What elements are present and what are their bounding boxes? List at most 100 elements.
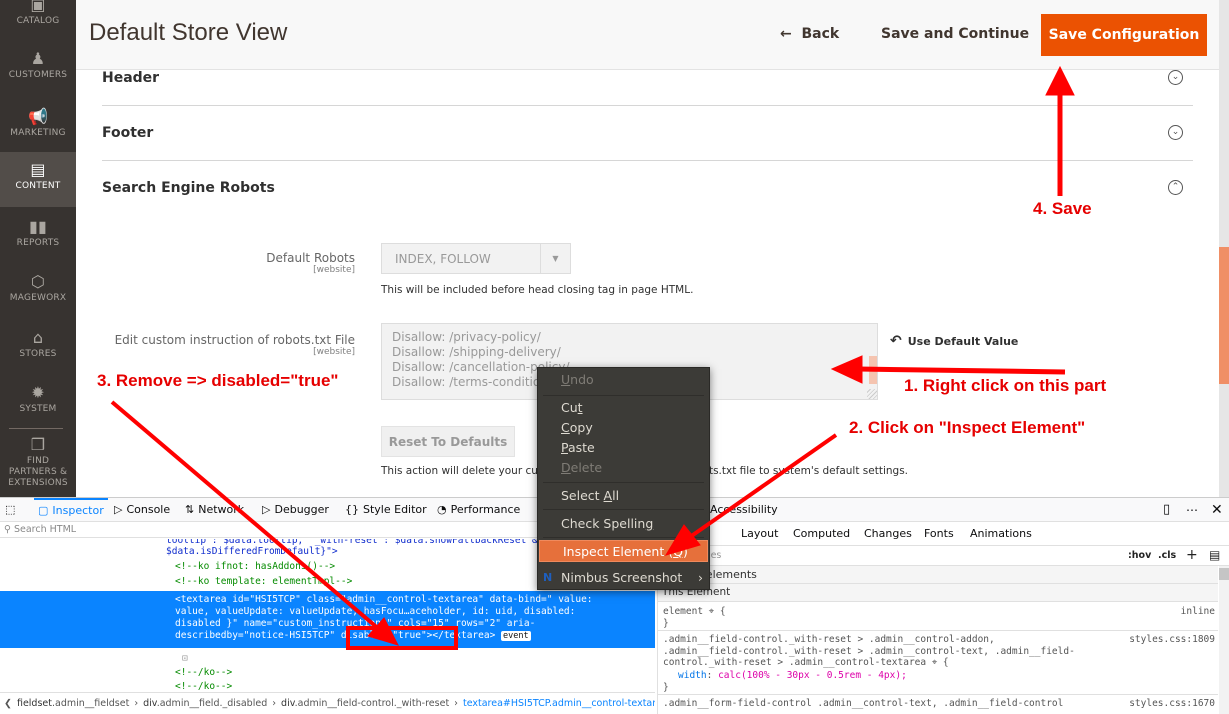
menu-separator	[543, 509, 704, 510]
rule-source[interactable]: styles.css:1809	[1129, 634, 1215, 645]
rules-scrollbar[interactable]	[1219, 566, 1229, 714]
markup-line: value, valueUpdate: valueUpdate, hasFocu…	[175, 606, 576, 617]
dock-icon[interactable]: ▯	[1163, 498, 1170, 522]
sidebar-item-customers[interactable]: ♟ CUSTOMERS	[0, 50, 76, 90]
print-media-icon[interactable]: ▤	[1209, 548, 1220, 562]
resize-handle[interactable]	[867, 389, 877, 399]
gauge-icon: ◔	[437, 503, 447, 516]
tab-changes[interactable]: Changes	[864, 527, 912, 540]
expand-toggle-icon[interactable]: ⊡	[182, 653, 188, 665]
rule-selector[interactable]: .admin__form-field-control .admin__contr…	[663, 698, 1063, 710]
markup-comment[interactable]: <!--/ko-->	[175, 681, 232, 692]
property-value: calc(100% - 30px - 0.5rem - 4px);	[718, 670, 907, 681]
cls-toggle[interactable]: .cls	[1158, 550, 1176, 561]
rule-source[interactable]: inline	[1181, 606, 1215, 617]
tab-network[interactable]: ⇅ Network	[185, 498, 244, 522]
section-header[interactable]: Header ⌄	[102, 70, 1193, 106]
inspector-icon: ▢	[38, 504, 49, 517]
sidebar-item-find-partners[interactable]: ❒ FIND PARTNERS & EXTENSIONS	[0, 436, 76, 496]
sidebar-item-marketing[interactable]: 📢 MARKETING	[0, 108, 76, 148]
menu-item-inspect-element[interactable]: Inspect Element (Q)	[539, 540, 708, 562]
tab-console[interactable]: ▷ Console	[114, 498, 170, 522]
chevron-down-icon[interactable]: ⌄	[1168, 125, 1183, 140]
default-robots-note: This will be included before head closin…	[381, 284, 694, 296]
rule-declaration[interactable]: width: calc(100% - 30px - 0.5rem - 4px);	[678, 670, 907, 682]
breadcrumb-item[interactable]: div.admin__field-control._with-reset	[281, 698, 449, 709]
element-picker-icon[interactable]: ⬚	[5, 498, 15, 522]
section-title: Footer	[102, 125, 154, 141]
markup-line: disabled }" name="custom_instructions" c…	[175, 618, 536, 629]
save-and-continue-button[interactable]: Save and Continue	[881, 26, 1029, 42]
back-button[interactable]: ← Back	[780, 26, 839, 42]
menu-label: Nimbus Screenshot	[561, 570, 683, 585]
filter-styles-input[interactable]: Filter Styles :hov .cls + ▤	[658, 546, 1229, 566]
sidebar-item-system[interactable]: ✹ SYSTEM	[0, 384, 76, 424]
menu-item-nimbus-screenshot[interactable]: N Nimbus Screenshot ›	[538, 567, 709, 589]
console-icon: ▷	[114, 503, 123, 516]
selected-node[interactable]: <textarea id="HSI5TCP" class="admin__con…	[0, 591, 655, 648]
blocks-icon: ❒	[30, 435, 46, 454]
save-configuration-button[interactable]: Save Configuration	[1041, 14, 1207, 56]
markup-comment[interactable]: <!--ko template: elementTmpl-->	[175, 576, 352, 588]
tab-label: Performance	[450, 503, 521, 516]
chevron-left-icon[interactable]: ❮	[4, 698, 12, 709]
sidebar-item-content[interactable]: ▤ CONTENT	[0, 152, 76, 207]
sidebar-item-catalog[interactable]: ▣ CATALOG	[0, 0, 76, 34]
markup-comment[interactable]: <!--ko ifnot: hasAddons()-->	[175, 561, 335, 573]
default-robots-select[interactable]: INDEX, FOLLOW ▼	[381, 243, 571, 274]
tab-style-editor[interactable]: {} Style Editor	[345, 498, 427, 522]
tab-accessibility[interactable]: Accessibility	[710, 498, 778, 522]
rule-selector[interactable]: element ⌖ {	[663, 606, 726, 618]
chevron-up-icon[interactable]: ⌃	[1168, 180, 1183, 195]
hov-toggle[interactable]: :hov	[1128, 550, 1151, 561]
textarea-line: Disallow: /shipping-delivery/	[392, 345, 561, 359]
hexagon-icon: ⬡	[30, 272, 46, 291]
section-footer[interactable]: Footer ⌄	[102, 106, 1193, 161]
arrow-left-icon: ←	[780, 26, 802, 42]
rule-source[interactable]: styles.css:1670	[1129, 698, 1215, 709]
close-icon[interactable]: ✕	[1211, 498, 1223, 522]
menu-item-select-all[interactable]: Select All	[538, 485, 709, 507]
breadcrumb-item[interactable]: div.admin__field._disabled	[143, 698, 267, 709]
rule-divider	[658, 630, 1218, 631]
breadcrumb-item[interactable]: fieldset.admin__fieldset	[17, 698, 129, 709]
sidebar-item-label: MARKETING	[10, 128, 66, 138]
menu-item-check-spelling[interactable]: Check Spelling	[538, 513, 709, 535]
menu-item-paste[interactable]: Paste	[538, 437, 709, 459]
tab-computed[interactable]: Computed	[793, 527, 850, 540]
breadcrumb-item-current[interactable]: textarea#HSI5TCP.admin__control-textarea	[463, 698, 655, 709]
scrollbar-thumb[interactable]	[1219, 568, 1229, 580]
more-options-icon[interactable]: ⋯	[1186, 498, 1198, 522]
admin-sidebar: ▣ CATALOG ♟ CUSTOMERS 📢 MARKETING ▤ CONT…	[0, 0, 76, 497]
submenu-arrow-icon: ›	[698, 570, 703, 585]
tab-fonts[interactable]: Fonts	[924, 527, 954, 540]
pseudo-elements-header[interactable]: Pseudo-elements	[658, 566, 1218, 584]
tab-performance[interactable]: ◔ Performance	[437, 498, 520, 522]
menu-item-undo[interactable]: Undo	[538, 369, 709, 391]
menu-item-copy[interactable]: Copy	[538, 417, 709, 439]
sidebar-item-mageworx[interactable]: ⬡ MAGEWORX	[0, 273, 76, 313]
tab-debugger[interactable]: ▷ Debugger	[262, 498, 329, 522]
add-rule-button[interactable]: +	[1186, 547, 1198, 563]
field-label: Edit custom instruction of robots.txt Fi…	[114, 333, 355, 347]
menu-item-delete[interactable]: Delete	[538, 457, 709, 479]
textarea-scrollbar[interactable]	[869, 356, 877, 384]
page-scrollbar[interactable]	[1219, 0, 1229, 497]
markup-comment[interactable]: <!--/ko-->	[175, 667, 232, 679]
sidebar-item-label: CONTENT	[15, 181, 61, 191]
markup-line[interactable]: $data.isDifferedFromDefault}">	[166, 546, 338, 558]
tab-layout[interactable]: Layout	[741, 527, 778, 540]
menu-item-cut[interactable]: Cut	[538, 397, 709, 419]
use-default-value-link[interactable]: ↶ Use Default Value	[890, 333, 1018, 349]
sidebar-item-reports[interactable]: ▮▮ REPORTS	[0, 218, 76, 258]
tab-inspector[interactable]: ▢ Inspector	[34, 498, 108, 522]
event-badge[interactable]: event	[501, 631, 531, 641]
rule-selector[interactable]: .admin__field-control._with-reset > .adm…	[663, 634, 1075, 669]
menu-separator	[543, 537, 704, 538]
section-search-engine-robots[interactable]: Search Engine Robots ⌃	[102, 161, 1193, 217]
scrollbar-thumb[interactable]	[1219, 247, 1229, 384]
chevron-down-icon[interactable]: ⌄	[1168, 70, 1183, 85]
sidebar-item-stores[interactable]: ⌂ STORES	[0, 329, 76, 369]
tab-animations[interactable]: Animations	[970, 527, 1032, 540]
reset-to-defaults-button[interactable]: Reset To Defaults	[381, 426, 515, 457]
